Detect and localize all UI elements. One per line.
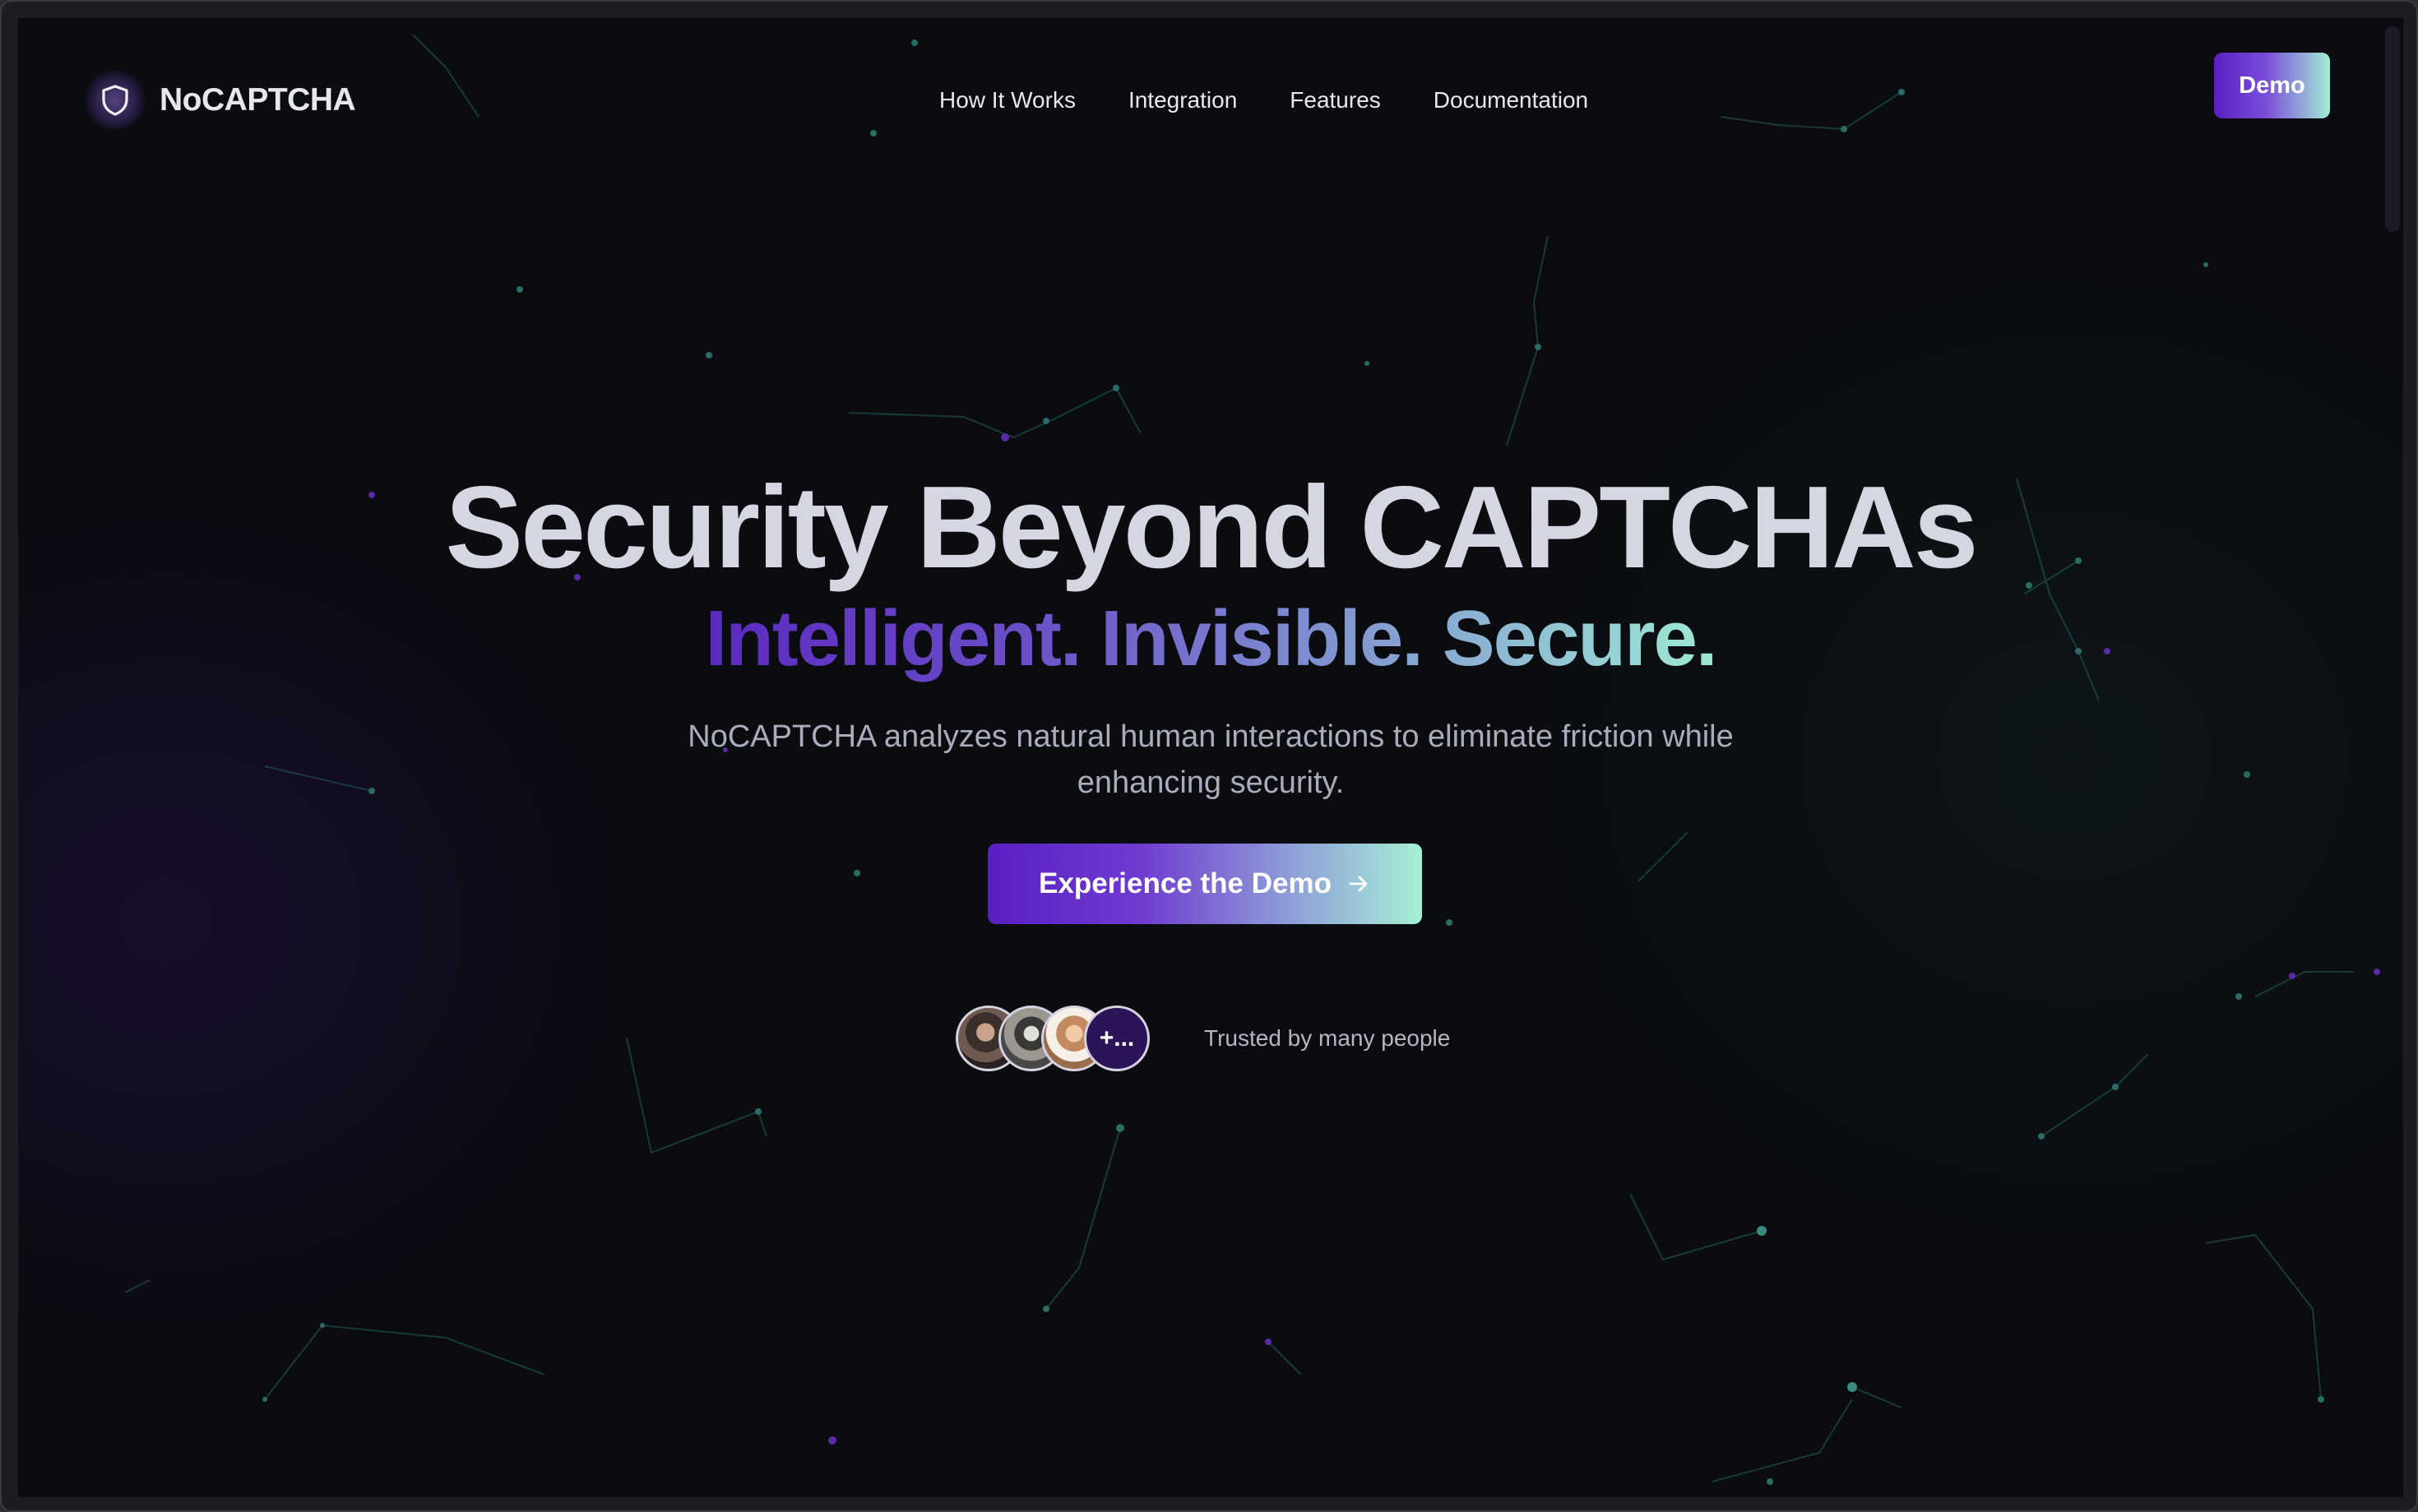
experience-demo-button[interactable]: Experience the Demo: [988, 844, 1422, 924]
avatar-group: +...: [956, 1006, 1150, 1071]
page-viewport: NoCAPTCHA How It Works Integration Featu…: [18, 18, 2403, 1497]
shield-icon: [86, 71, 145, 130]
demo-button[interactable]: Demo: [2214, 53, 2330, 118]
scrollbar[interactable]: [2385, 26, 2400, 232]
hero-subtitle-text: Intelligent. Invisible. Secure.: [705, 594, 1717, 682]
hero-subtitle: Intelligent. Invisible. Secure.: [18, 594, 2403, 684]
trust-text: Trusted by many people: [1204, 1025, 1451, 1051]
nav-link-integration[interactable]: Integration: [1128, 87, 1237, 113]
nav-link-how-it-works[interactable]: How It Works: [939, 87, 1076, 113]
browser-frame: NoCAPTCHA How It Works Integration Featu…: [0, 0, 2418, 1512]
nav-link-documentation[interactable]: Documentation: [1434, 87, 1588, 113]
main-nav: How It Works Integration Features Docume…: [939, 81, 1588, 120]
cta-label: Experience the Demo: [1039, 867, 1332, 899]
hero-title: Security Beyond CAPTCHAs: [445, 462, 1978, 593]
brand-logo[interactable]: NoCAPTCHA: [86, 67, 356, 133]
hero-description: NoCAPTCHA analyzes natural human interac…: [688, 719, 1734, 800]
brand-name: NoCAPTCHA: [160, 82, 356, 118]
nav-link-features[interactable]: Features: [1290, 87, 1381, 113]
social-proof: +... Trusted by many people: [956, 1001, 1450, 1075]
avatar-more: +...: [1084, 1006, 1150, 1071]
arrow-right-icon: [1349, 876, 1368, 892]
